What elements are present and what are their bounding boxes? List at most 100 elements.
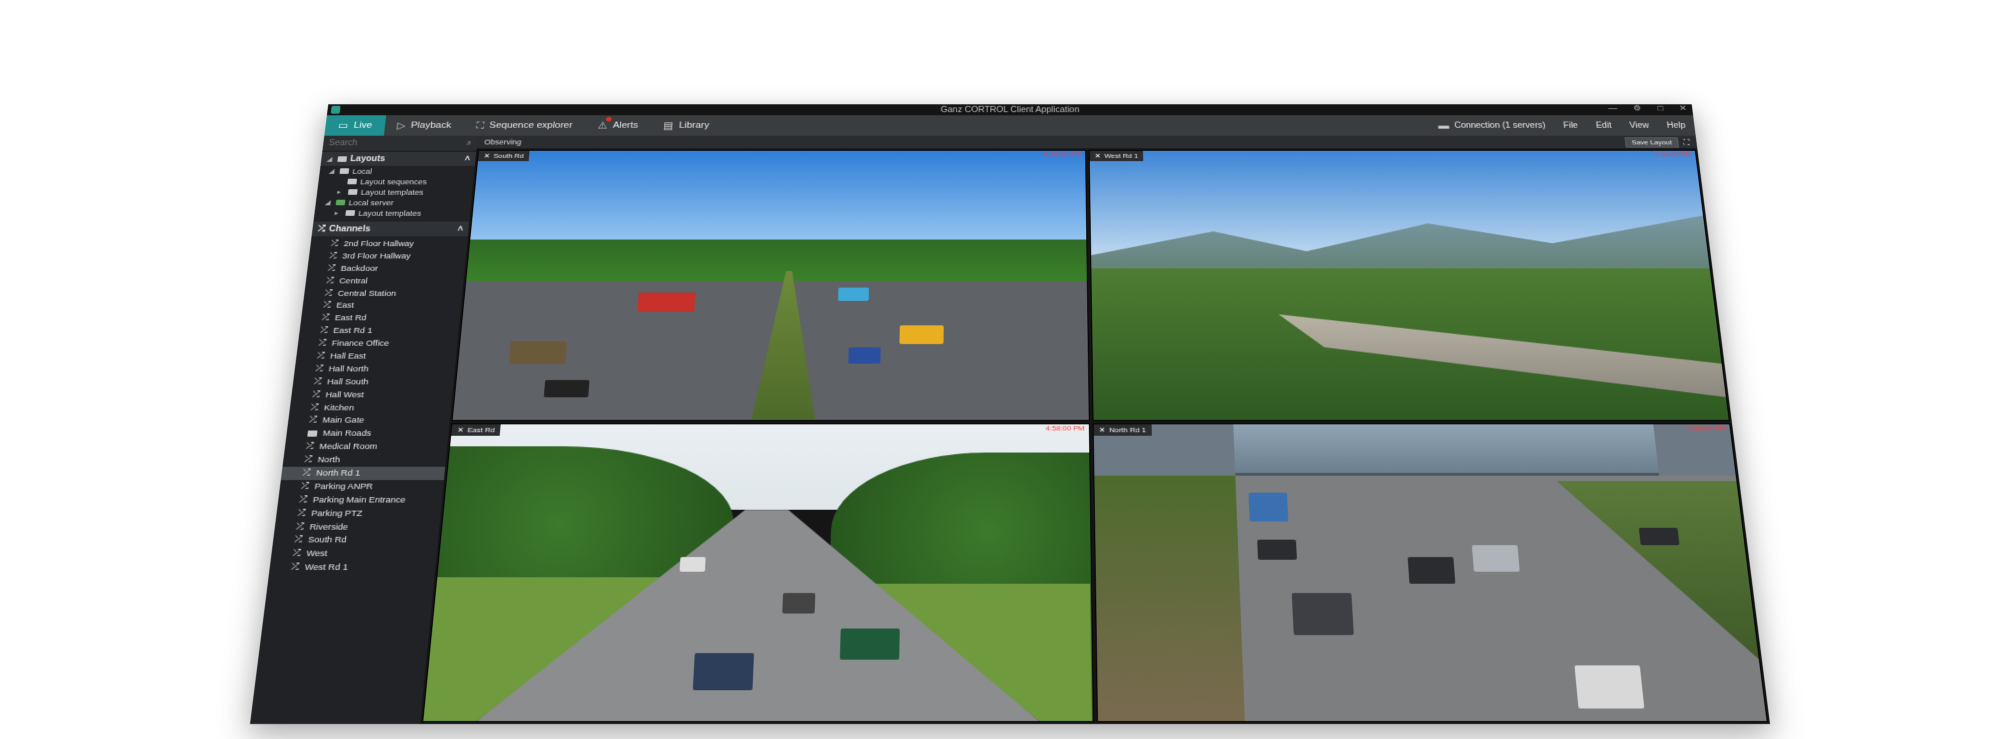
video-feed [469, 150, 1086, 250]
search-icon[interactable]: ⌕ [466, 139, 472, 148]
fullscreen-icon[interactable]: ⛶ [1683, 138, 1690, 147]
close-icon[interactable]: ✕ [457, 426, 464, 434]
vehicle [839, 628, 901, 660]
collapse-icon: ◢ [326, 155, 333, 163]
chevron-up-icon[interactable]: ˄ [464, 154, 470, 163]
channel-item[interactable]: ⤮ Backdoor [307, 262, 466, 274]
camera-tile[interactable]: ✕ East Rd 4:58:00 PM [422, 423, 1094, 723]
channel-item[interactable]: ⤮ East Rd [300, 312, 460, 325]
channel-label: 2nd Floor Hallway [343, 239, 415, 249]
channel-item[interactable]: ⤮ Central Station [304, 287, 463, 299]
tree-item-local[interactable]: ◢ Local [319, 166, 475, 176]
channels-section-header[interactable]: ⤮ Channels ˄ [311, 221, 470, 237]
camera-tile[interactable]: ✕ West Rd 1 4:58:00 PM [1088, 149, 1730, 421]
save-layout-button[interactable]: Save Layout [1624, 136, 1679, 148]
tree-item-local-server[interactable]: ◢ Local server [315, 197, 471, 208]
maximize-icon[interactable]: □ [1657, 104, 1663, 113]
channel-item[interactable]: ⤮ Parking Main Entrance [277, 493, 442, 506]
channels-icon: ⤮ [317, 224, 326, 234]
tab-sequence-explorer[interactable]: ⛶ Sequence explorer [463, 115, 586, 135]
tree-item-layout-templates[interactable]: ▸ Layout templates [317, 187, 473, 197]
vehicle [679, 556, 707, 572]
menu-view[interactable]: View [1619, 115, 1659, 135]
vehicle [1248, 492, 1289, 522]
channel-item[interactable]: ⤮ North Rd 1 [280, 466, 446, 481]
minimize-icon[interactable]: — [1608, 104, 1618, 113]
channel-item[interactable]: ⤮ East Rd 1 [299, 325, 459, 338]
channel-item[interactable]: ⤮ Parking PTZ [276, 507, 442, 520]
folder-icon [347, 189, 358, 195]
vehicle [837, 287, 870, 301]
channel-label: Parking PTZ [310, 508, 363, 519]
channel-item[interactable]: ⤮ Main Gate [287, 414, 450, 427]
tile-label[interactable]: ✕ North Rd 1 [1093, 423, 1152, 436]
tile-label[interactable]: ✕ West Rd 1 [1089, 150, 1144, 162]
folder-icon [337, 155, 348, 162]
settings-icon[interactable]: ⚙ [1633, 104, 1642, 113]
tab-live[interactable]: ▭ Live [324, 115, 386, 136]
channel-item[interactable]: Main Roads [286, 427, 449, 440]
camera-channel-icon: ⤮ [313, 377, 323, 387]
close-icon[interactable]: ✕ [1095, 152, 1101, 159]
menu-help-label: Help [1666, 121, 1686, 130]
camera-tile[interactable]: ✕ North Rd 1 4:58:00 PM [1092, 423, 1768, 723]
channel-item[interactable]: ⤮ Hall North [294, 363, 455, 376]
search-input[interactable] [328, 138, 467, 148]
caret-icon: ▸ [334, 209, 339, 217]
channel-label: East Rd 1 [332, 326, 373, 336]
tab-playback[interactable]: ▷ Playback [383, 115, 464, 135]
channel-label: Main Gate [321, 415, 365, 426]
main-toolbar: ▭ Live ▷ Playback ⛶ Sequence explorer ⚠ … [324, 115, 1696, 136]
vehicle [508, 341, 567, 364]
camera-tile[interactable]: ✕ South Rd 4:58:00 PM [451, 149, 1090, 421]
video-feed-verge [1093, 475, 1245, 722]
channel-item[interactable]: ⤮ Riverside [274, 520, 440, 534]
channel-label: Riverside [309, 521, 349, 532]
channel-label: East [335, 301, 355, 311]
channel-label: Hall North [328, 364, 369, 374]
channel-item[interactable]: ⤮ Finance Office [297, 337, 458, 350]
channel-item[interactable]: ⤮ North [282, 454, 446, 467]
channel-item[interactable]: ⤮ Central [305, 275, 464, 287]
tile-label[interactable]: ✕ South Rd [477, 150, 530, 162]
channel-item[interactable]: ⤮ Hall South [292, 376, 454, 389]
tree-item-server-layout-templates[interactable]: ▸ Layout templates [314, 208, 471, 219]
tile-label[interactable]: ✕ East Rd [451, 423, 501, 436]
channel-item[interactable]: ⤮ 2nd Floor Hallway [310, 238, 468, 250]
play-icon: ▷ [396, 119, 407, 131]
channel-item[interactable]: ⤮ South Rd [272, 534, 438, 548]
channel-item[interactable]: ⤮ Medical Room [284, 440, 448, 453]
vehicle [1292, 592, 1354, 635]
channel-label: Kitchen [323, 402, 355, 413]
tile-timestamp: 4:58:00 PM [1686, 423, 1727, 432]
camera-channel-icon: ⤮ [324, 288, 333, 298]
channel-item[interactable]: ⤮ 3rd Floor Hallway [308, 250, 466, 262]
layouts-section-header[interactable]: ◢ Layouts ˄ [320, 151, 477, 166]
content-area: Observing Save Layout ⛶ ✕ South Rd 4:58:… [420, 135, 1770, 724]
menu-view-label: View [1628, 121, 1650, 130]
close-icon[interactable]: ✕ [1099, 426, 1106, 434]
caret-icon: ◢ [324, 198, 332, 207]
channel-item[interactable]: ⤮ Parking ANPR [279, 480, 444, 493]
folder-icon [345, 210, 356, 216]
menu-help[interactable]: Help [1657, 115, 1696, 135]
close-icon[interactable]: ✕ [484, 152, 491, 159]
connection-status[interactable]: ▬ Connection (1 servers) [1428, 115, 1555, 135]
tab-alerts[interactable]: ⚠ Alerts [584, 115, 651, 135]
tab-sequence-explorer-label: Sequence explorer [488, 120, 573, 131]
chevron-up-icon[interactable]: ˄ [457, 224, 463, 233]
tree-item-layout-sequences[interactable]: Layout sequences [318, 176, 474, 186]
channel-item[interactable]: ⤮ Hall West [291, 388, 453, 401]
menu-file[interactable]: File [1553, 115, 1588, 135]
menu-edit[interactable]: Edit [1586, 115, 1622, 135]
tile-timestamp: 4:58:00 PM [1043, 150, 1082, 158]
channel-item[interactable]: ⤮ Kitchen [289, 401, 452, 414]
camera-channel-icon: ⤮ [330, 239, 339, 249]
channel-label: Central Station [337, 288, 397, 298]
channel-item[interactable]: ⤮ West [271, 547, 438, 561]
close-icon[interactable]: ✕ [1679, 104, 1688, 113]
tab-library[interactable]: ▤ Library [650, 115, 722, 135]
channel-item[interactable]: ⤮ West Rd 1 [269, 561, 436, 575]
channel-item[interactable]: ⤮ Hall East [296, 350, 457, 363]
channel-item[interactable]: ⤮ East [302, 300, 462, 313]
